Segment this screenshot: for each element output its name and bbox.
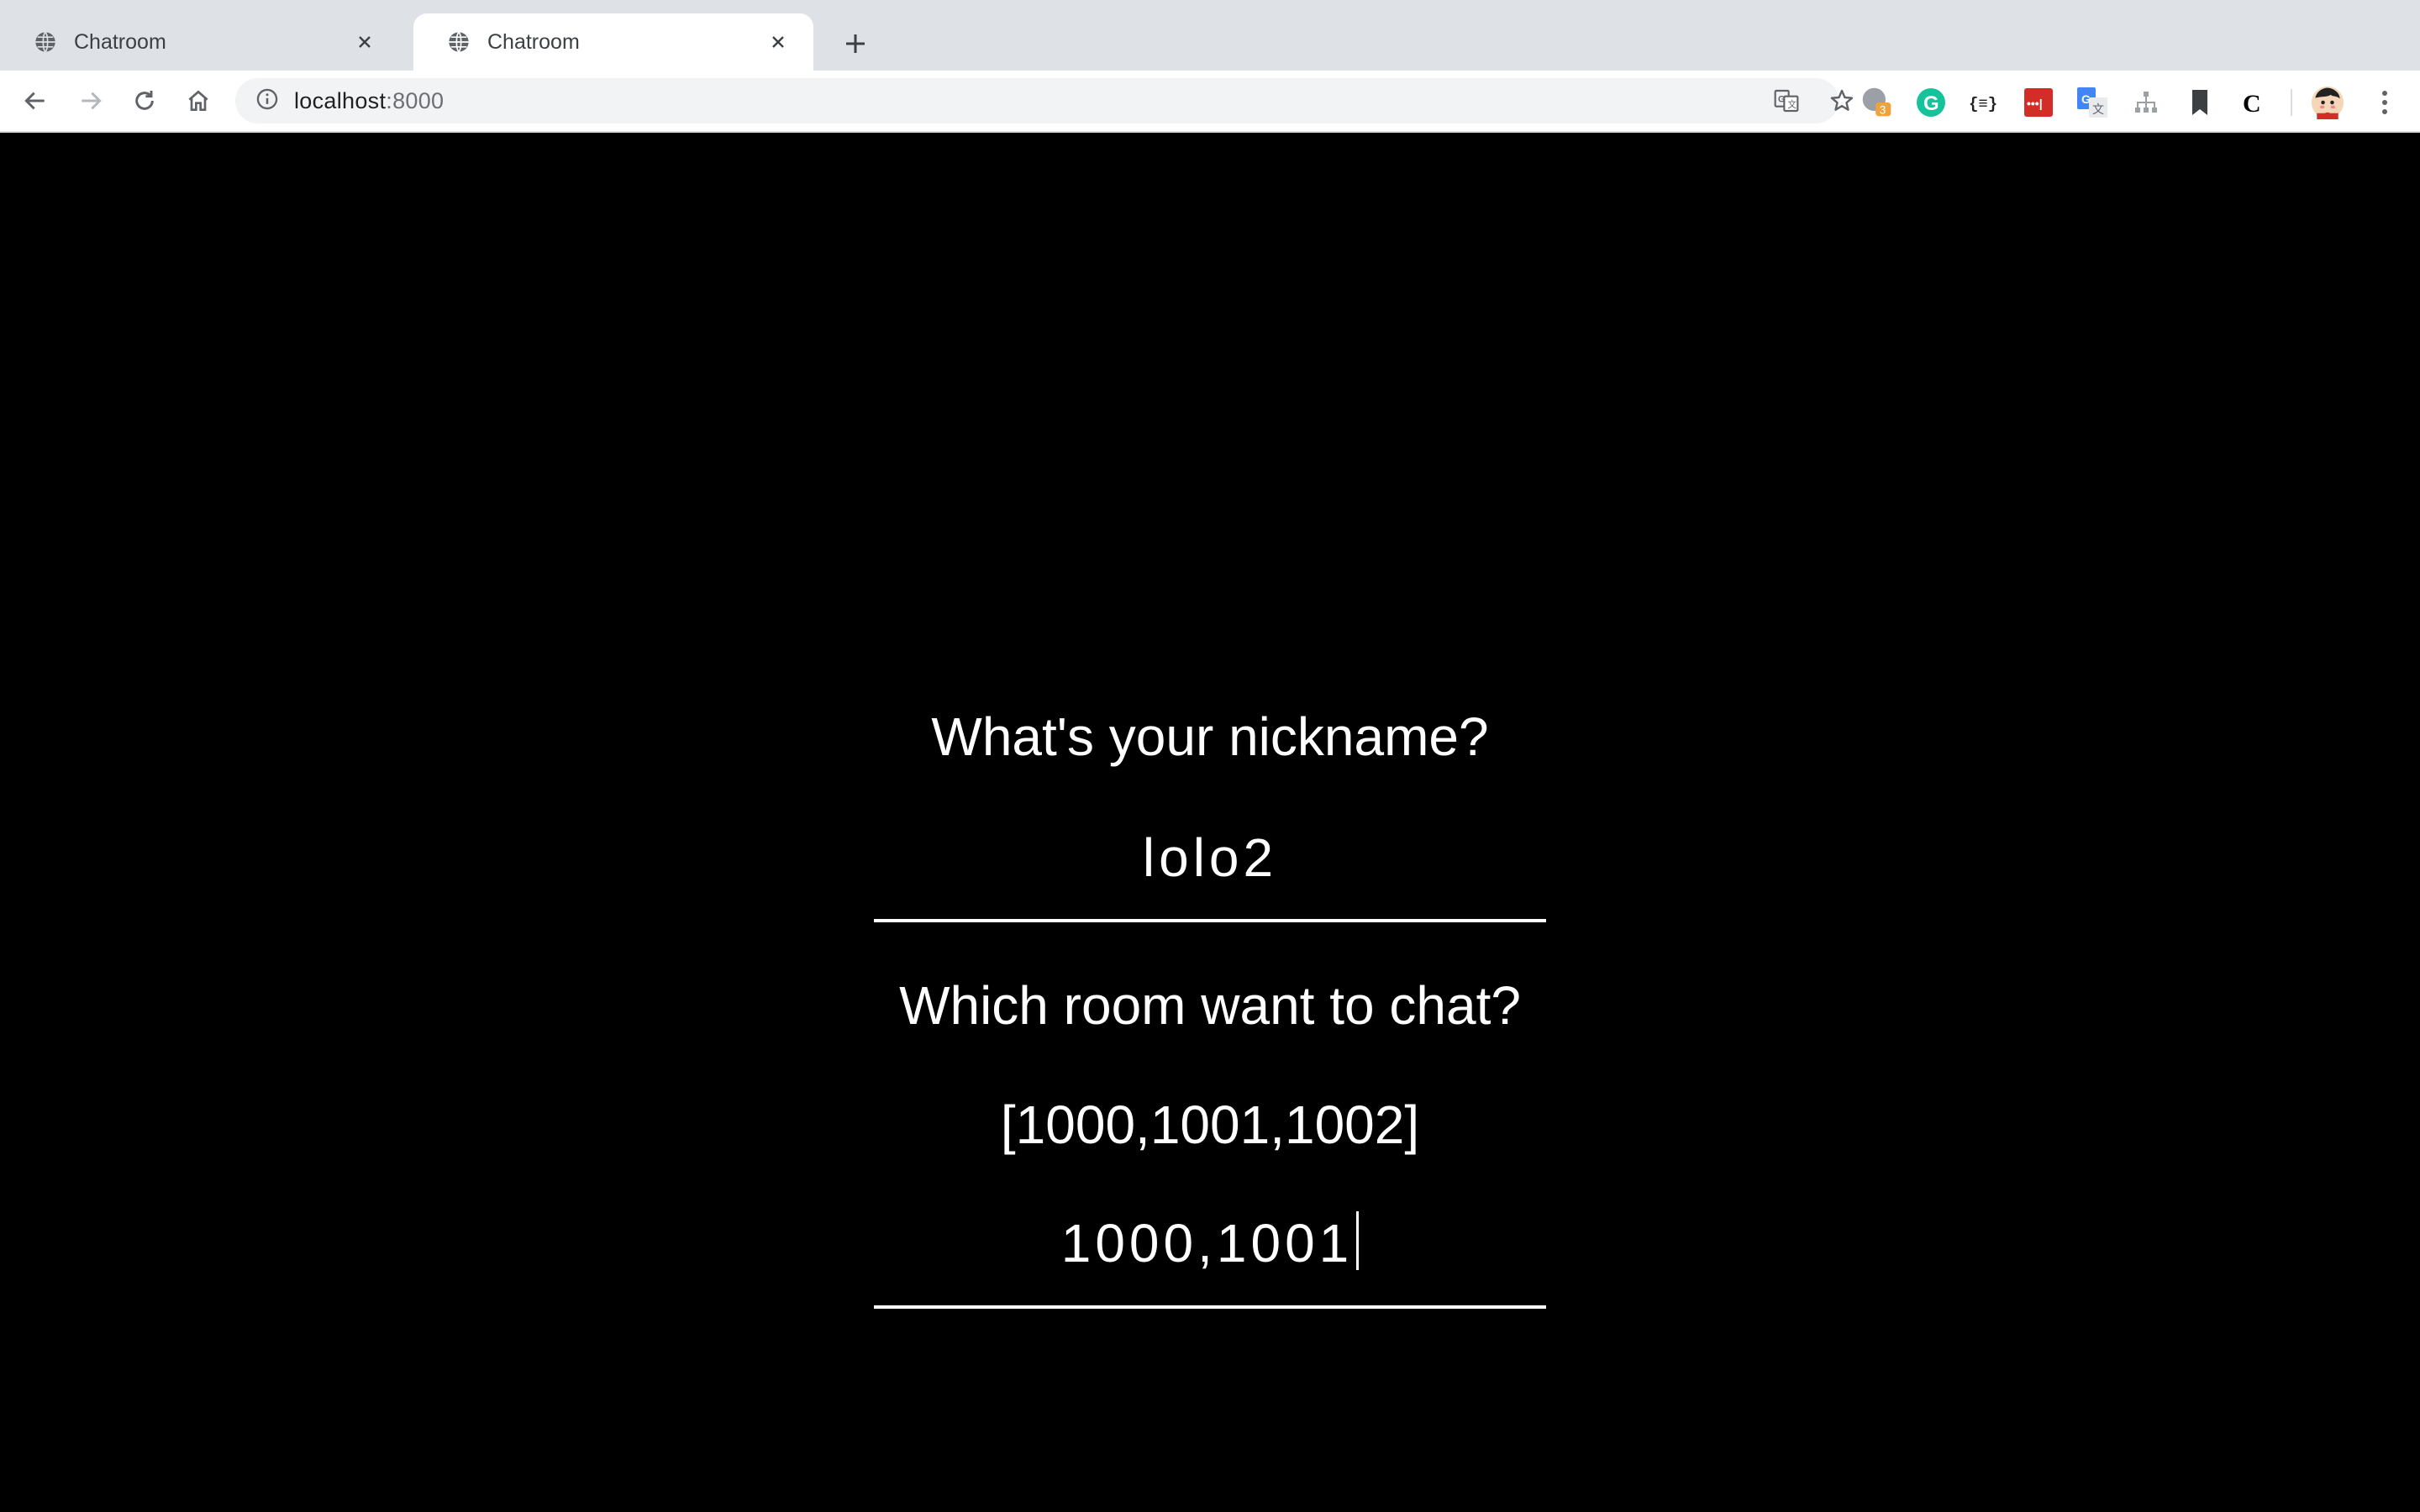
translate-page-icon[interactable]: G文 bbox=[1770, 84, 1803, 118]
back-arrow-icon bbox=[24, 92, 45, 110]
globe-icon bbox=[34, 30, 57, 54]
url-port: :8000 bbox=[386, 87, 445, 113]
more-menu-icon[interactable] bbox=[2368, 86, 2402, 119]
extension-badge-icon[interactable]: 3 bbox=[1860, 86, 1894, 119]
toolbar-separator bbox=[2291, 89, 2292, 116]
tab-chatroom-2[interactable]: Chatroom bbox=[413, 13, 813, 71]
svg-text:G: G bbox=[1778, 94, 1785, 104]
browser-toolbar: localhost:8000 G文 bbox=[0, 71, 2420, 133]
plus-icon bbox=[846, 34, 865, 53]
nickname-input[interactable]: lolo2 bbox=[0, 827, 2420, 889]
room-input[interactable]: 1000,1001 bbox=[0, 1211, 2420, 1274]
google-translate-icon[interactable]: G文 bbox=[2075, 86, 2109, 119]
svg-text:{≡}: {≡} bbox=[1969, 95, 1997, 113]
room-input-value: 1000,1001 bbox=[1060, 1213, 1354, 1273]
close-icon[interactable] bbox=[763, 27, 793, 57]
svg-text:•••|: •••| bbox=[2027, 97, 2043, 110]
svg-text:文: 文 bbox=[2092, 102, 2104, 116]
tab-title: Chatroom bbox=[74, 29, 166, 54]
extension-badge-count: 3 bbox=[1880, 104, 1886, 117]
forward-button[interactable] bbox=[72, 82, 109, 119]
c-extension-icon[interactable]: C bbox=[2237, 86, 2270, 119]
home-icon bbox=[188, 90, 208, 111]
chatroom-page: What's your nickname? lolo2 Which room w… bbox=[0, 133, 2420, 1512]
browser-tabstrip: Chatroom Chatroom bbox=[0, 0, 2420, 71]
tab-title: Chatroom bbox=[487, 29, 580, 54]
close-icon[interactable] bbox=[350, 27, 380, 57]
svg-text:G: G bbox=[2081, 92, 2091, 106]
avatar[interactable] bbox=[2311, 86, 2344, 119]
room-options: [1000,1001,1002] bbox=[1000, 1095, 1420, 1155]
nickname-underline bbox=[874, 919, 1546, 922]
forward-arrow-icon bbox=[82, 92, 102, 110]
text-caret bbox=[1356, 1211, 1360, 1270]
svg-text:文: 文 bbox=[1787, 99, 1797, 110]
svg-text:C: C bbox=[2243, 90, 2261, 118]
globe-icon bbox=[447, 30, 471, 54]
reload-button[interactable] bbox=[126, 82, 163, 119]
grammarly-icon[interactable]: G bbox=[1914, 86, 1948, 119]
tab-chatroom-1[interactable]: Chatroom bbox=[0, 13, 400, 71]
bookmark-star-icon[interactable] bbox=[1825, 84, 1859, 118]
reload-icon bbox=[135, 91, 154, 110]
room-label: Which room want to chat? bbox=[899, 975, 1521, 1036]
sitemap-icon[interactable] bbox=[2129, 86, 2163, 119]
url-text[interactable]: localhost:8000 bbox=[294, 88, 444, 114]
new-tab-button[interactable] bbox=[835, 24, 876, 64]
lastpass-icon[interactable]: •••| bbox=[2022, 86, 2055, 119]
svg-text:G: G bbox=[1923, 92, 1939, 115]
json-formatter-icon[interactable]: {≡} bbox=[1968, 86, 2002, 119]
nickname-label: What's your nickname? bbox=[931, 706, 1489, 767]
room-underline bbox=[874, 1305, 1546, 1309]
info-icon[interactable] bbox=[255, 87, 279, 115]
url-host: localhost bbox=[294, 87, 387, 113]
back-button[interactable] bbox=[17, 82, 54, 119]
address-bar[interactable]: localhost:8000 G文 bbox=[235, 78, 1854, 123]
bookmark-icon[interactable] bbox=[2183, 86, 2217, 119]
home-button[interactable] bbox=[180, 82, 217, 119]
